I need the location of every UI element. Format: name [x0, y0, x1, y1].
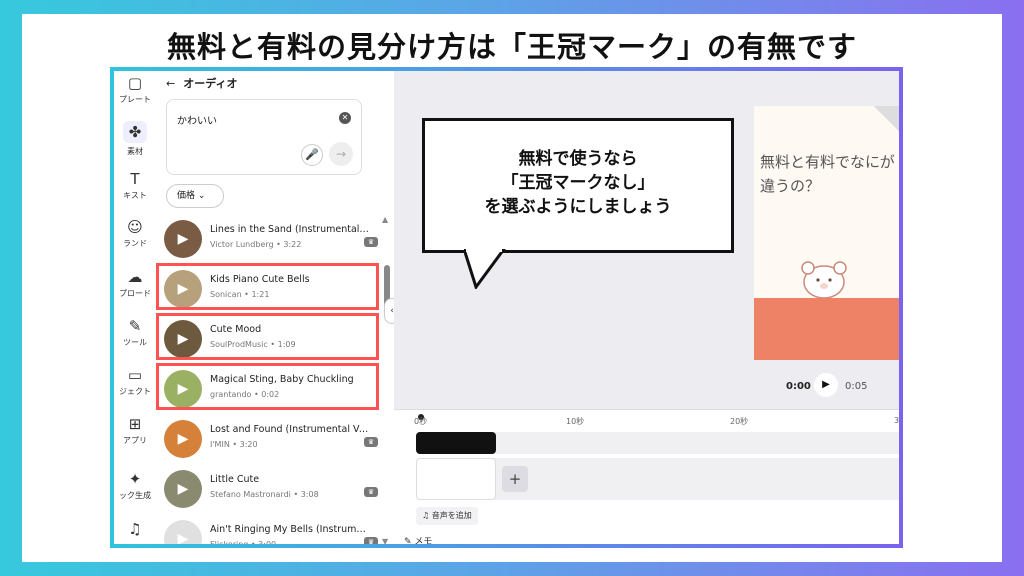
editor-canvas: 無料で使うなら 「王冠マークなし」 を選ぶようにしましょう 無料と有料でなにが違…: [394, 71, 899, 409]
template-icon: ▢: [127, 74, 143, 92]
pen-icon: ✎: [128, 317, 142, 335]
elements-icon: ✤: [123, 121, 147, 143]
track-item[interactable]: ▶ Lost and Found (Instrumental Ve... I'M…: [156, 415, 392, 465]
total-time: 0:05: [845, 381, 868, 392]
track-title: Little Cute: [210, 474, 260, 485]
canva-screenshot-frame: ▢ プレート ✤ 素材 T キスト ☺ ランド ☁ プロード ✎ ツール ▭ ジ…: [110, 67, 903, 548]
text-icon: T: [130, 170, 140, 188]
design-preview[interactable]: 無料と有料でなにが違うの？: [754, 106, 899, 360]
preview-band: [754, 298, 899, 360]
rail-label: キスト: [123, 191, 147, 200]
speech-bubble: 無料で使うなら 「王冠マークなし」 を選ぶようにしましょう: [422, 118, 734, 253]
rail-label: ック生成: [119, 491, 151, 500]
memo-button[interactable]: ✎ メモ: [404, 534, 432, 544]
audio-panel: ← オーディオ かわいい ✕ 🎤 → 価格 ⌄ ▶ Lines in the Sa…: [156, 71, 392, 544]
highlight-box: [156, 263, 379, 310]
rail-label: アプリ: [123, 436, 147, 445]
folder-icon: ▭: [127, 366, 143, 384]
side-rail: ▢ プレート ✤ 素材 T キスト ☺ ランド ☁ プロード ✎ ツール ▭ ジ…: [114, 71, 156, 544]
panel-header: ← オーディオ: [166, 75, 237, 91]
play-icon[interactable]: ▶: [164, 520, 202, 544]
rail-label: 素材: [127, 147, 143, 156]
track-title: Lines in the Sand (Instrumental ...: [210, 224, 370, 235]
track-title: Lost and Found (Instrumental Ve...: [210, 424, 370, 435]
track-item[interactable]: ▶ Lines in the Sand (Instrumental ... Vi…: [156, 215, 392, 265]
play-icon[interactable]: ▶: [164, 420, 202, 458]
track-item[interactable]: ▶ Little Cute Stefano Mastronardi • 3:08…: [156, 465, 392, 515]
page-clip[interactable]: [416, 458, 496, 500]
price-filter-button[interactable]: 価格 ⌄: [166, 184, 224, 208]
rail-item-apps[interactable]: ⊞ アプリ: [114, 416, 156, 446]
music-icon: ♫: [128, 520, 142, 538]
rail-label: ツール: [123, 338, 147, 347]
play-button[interactable]: ▶: [814, 373, 838, 397]
bear-illustration: [801, 261, 847, 299]
slide: 無料と有料の見分け方は「王冠マーク」の有無です ▢ プレート ✤ 素材 T キス…: [22, 14, 1002, 562]
track-meta: I'MIN • 3:20: [210, 440, 258, 449]
audio-clip[interactable]: [416, 432, 496, 454]
audio-track-row: [416, 432, 899, 454]
back-arrow-icon[interactable]: ←: [166, 77, 175, 90]
rail-item-elements[interactable]: ✤ 素材: [114, 121, 156, 157]
apps-icon: ⊞: [128, 415, 142, 433]
page-fold: [872, 106, 899, 132]
search-input[interactable]: かわいい: [177, 112, 217, 127]
rail-label: ジェクト: [119, 387, 151, 396]
scrollbar[interactable]: ▲ ▼: [382, 215, 390, 544]
rail-item-tools[interactable]: ✎ ツール: [114, 318, 156, 348]
highlight-box: [156, 313, 379, 360]
track-item[interactable]: ▶ Ain't Ringing My Bells (Instrume... Fl…: [156, 515, 392, 548]
crown-icon: ♛: [364, 237, 378, 247]
brand-icon: ☺: [127, 218, 143, 236]
rail-item-brand[interactable]: ☺ ランド: [114, 219, 156, 249]
search-box[interactable]: かわいい ✕ 🎤 →: [166, 99, 362, 175]
scroll-up-icon[interactable]: ▲: [382, 215, 388, 224]
page-track-row: +: [416, 458, 899, 500]
rail-label: プレート: [119, 95, 151, 104]
time-tick: 3: [894, 416, 900, 425]
bubble-text: 無料で使うなら 「王冠マークなし」 を選ぶようにしましょう: [425, 147, 731, 219]
add-page-button[interactable]: +: [502, 466, 528, 492]
scroll-down-icon[interactable]: ▼: [382, 537, 388, 544]
current-time: 0:00: [786, 381, 811, 392]
crown-icon: ♛: [364, 437, 378, 447]
rail-item-uploads[interactable]: ☁ プロード: [114, 269, 156, 299]
highlight-box: [156, 363, 379, 410]
crown-icon: ♛: [364, 487, 378, 497]
sparkle-icon: ✦: [128, 470, 142, 488]
send-arrow-icon[interactable]: →: [329, 142, 353, 166]
rail-item-magic[interactable]: ✦ ック生成: [114, 471, 156, 501]
headline: 無料と有料の見分け方は「王冠マーク」の有無です: [166, 30, 857, 64]
rail-item-templates[interactable]: ▢ プレート: [114, 75, 156, 105]
time-tick: 10秒: [566, 417, 585, 426]
track-meta: Victor Lundberg • 3:22: [210, 240, 302, 249]
rail-item-projects[interactable]: ▭ ジェクト: [114, 367, 156, 397]
clear-icon[interactable]: ✕: [339, 112, 351, 124]
bubble-line: 無料で使うなら: [518, 149, 638, 169]
rail-item-audio[interactable]: ♫: [114, 521, 156, 537]
time-tick: 20秒: [730, 417, 749, 426]
track-meta: Flickering • 3:00: [210, 540, 277, 548]
time-tick: 0秒: [414, 417, 428, 426]
bubble-line: を選ぶようにしましょう: [484, 197, 672, 217]
track-title: Ain't Ringing My Bells (Instrume...: [210, 524, 370, 535]
rail-item-text[interactable]: T キスト: [114, 171, 156, 201]
cloud-upload-icon: ☁: [127, 268, 143, 286]
rail-label: プロード: [119, 289, 151, 298]
play-icon[interactable]: ▶: [164, 470, 202, 508]
crown-icon: ♛: [364, 537, 378, 544]
preview-title: 無料と有料でなにが違うの？: [760, 153, 895, 195]
play-icon[interactable]: ▶: [164, 220, 202, 258]
panel-title: オーディオ: [183, 77, 238, 90]
add-audio-button[interactable]: ♫ 音声を追加: [416, 507, 478, 525]
timeline: 0秒 10秒 20秒 3 + ♫ 音声を追加 ✎ メモ: [394, 409, 900, 544]
microphone-icon[interactable]: 🎤: [301, 144, 323, 166]
rail-label: ランド: [123, 239, 147, 248]
track-meta: Stefano Mastronardi • 3:08: [210, 490, 319, 499]
bubble-tail: [464, 249, 506, 289]
bubble-line: 「王冠マークなし」: [501, 173, 655, 193]
